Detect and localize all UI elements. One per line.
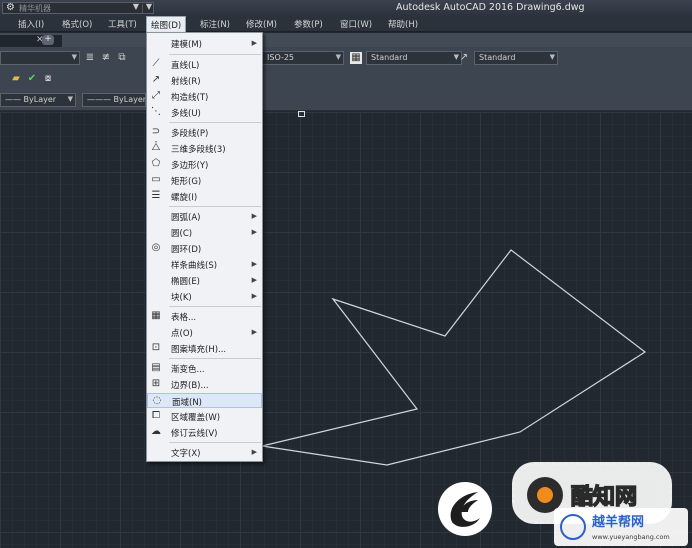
- polyline-icon: ⊃: [151, 126, 161, 137]
- menu-item-label: 点(O): [171, 329, 193, 339]
- menu-item-region[interactable]: ◌ 面域(N): [147, 393, 262, 408]
- menu-separator: [169, 306, 261, 307]
- menu-item-ellipse[interactable]: 椭圆(E) ▶: [147, 273, 262, 288]
- menu-separator: [169, 442, 261, 443]
- line-icon: ⟋: [152, 58, 160, 69]
- hatch-icon: ⊡: [151, 342, 161, 353]
- site-name: 越羊帮网: [592, 515, 645, 530]
- donut-icon: ◎: [151, 242, 161, 253]
- menu-item-point[interactable]: 点(O) ▶: [147, 325, 262, 340]
- menu-item-label: 螺旋(I): [171, 193, 198, 203]
- submenu-arrow-icon: ▶: [251, 228, 257, 236]
- menu-item-label: 块(K): [171, 293, 192, 303]
- menu-item-label: 图案填充(H)...: [171, 345, 227, 355]
- submenu-arrow-icon: ▶: [251, 292, 257, 300]
- menu-item-table[interactable]: ▦ 表格...: [147, 309, 262, 324]
- polyline-shape[interactable]: [261, 249, 647, 466]
- submenu-arrow-icon: ▶: [251, 39, 257, 47]
- menu-item-label: 多线(U): [171, 109, 201, 119]
- region-icon: ◌: [152, 395, 162, 406]
- polygon-icon: ⬠: [151, 158, 161, 169]
- menu-item-spline[interactable]: 样条曲线(S) ▶: [147, 257, 262, 272]
- menu-item-revcloud[interactable]: ☁ 修订云线(V): [147, 425, 262, 440]
- menu-separator: [169, 54, 261, 55]
- menu-item-label: 圆环(D): [171, 245, 202, 255]
- menu-separator: [169, 122, 261, 123]
- menu-item-label: 圆弧(A): [171, 213, 201, 223]
- menu-item-arc[interactable]: 圆弧(A) ▶: [147, 209, 262, 224]
- menu-item-label: 表格...: [171, 313, 197, 323]
- menu-item-circle[interactable]: 圆(C) ▶: [147, 225, 262, 240]
- site-logo-icon: [560, 514, 586, 540]
- menu-item-label: 多边形(Y): [171, 161, 209, 171]
- gradient-icon: ▤: [151, 362, 161, 373]
- swoosh-icon: [450, 492, 480, 527]
- menu-item-mline[interactable]: ⋱ 多线(U): [147, 105, 262, 120]
- menu-item-donut[interactable]: ◎ 圆环(D): [147, 241, 262, 256]
- 3dpoly-icon: ⧊: [151, 142, 161, 153]
- submenu-arrow-icon: ▶: [251, 260, 257, 268]
- menu-item-label: 区域覆盖(W): [171, 413, 221, 423]
- menu-item-label: 文字(X): [171, 449, 201, 459]
- menu-item-line[interactable]: ⟋ 直线(L): [147, 57, 262, 72]
- menu-item-label: 边界(B)...: [171, 381, 209, 391]
- menu-item-wipeout[interactable]: ⧠ 区域覆盖(W): [147, 409, 262, 424]
- draw-menu-dropdown: 建模(M) ▶ ⟋ 直线(L) ↗ 射线(R) ⤢ 构造线(T) ⋱ 多线(U)…: [146, 32, 263, 462]
- menu-item-modeling[interactable]: 建模(M) ▶: [147, 36, 262, 51]
- site-url: www.yueyangbang.com: [592, 533, 670, 541]
- menu-item-boundary[interactable]: ⊞ 边界(B)...: [147, 377, 262, 392]
- menu-item-rectangle[interactable]: ▭ 矩形(G): [147, 173, 262, 188]
- menu-item-label: 椭圆(E): [171, 277, 201, 287]
- menu-item-gradient[interactable]: ▤ 渐变色...: [147, 361, 262, 376]
- menu-item-ray[interactable]: ↗ 射线(R): [147, 73, 262, 88]
- badge-text: 酷知网: [570, 484, 638, 511]
- rectangle-icon: ▭: [151, 174, 161, 185]
- menu-item-text[interactable]: 文字(X) ▶: [147, 445, 262, 460]
- watermark-logo: [438, 482, 492, 536]
- submenu-arrow-icon: ▶: [251, 276, 257, 284]
- submenu-arrow-icon: ▶: [251, 212, 257, 220]
- wipeout-icon: ⧠: [152, 410, 160, 421]
- menu-item-label: 多段线(P): [171, 129, 209, 139]
- watermark-site: 越羊帮网 www.yueyangbang.com: [554, 508, 688, 546]
- menu-item-3dpoly[interactable]: ⧊ 三维多段线(3): [147, 141, 262, 156]
- helix-icon: ☰: [151, 190, 161, 201]
- revcloud-icon: ☁: [151, 426, 161, 437]
- menu-separator: [169, 358, 261, 359]
- submenu-arrow-icon: ▶: [251, 328, 257, 336]
- menu-item-label: 射线(R): [171, 77, 201, 87]
- xline-icon: ⤢: [152, 90, 160, 101]
- menu-item-label: 修订云线(V): [171, 429, 218, 439]
- menu-item-hatch[interactable]: ⊡ 图案填充(H)...: [147, 341, 262, 356]
- menu-item-polyline[interactable]: ⊃ 多段线(P): [147, 125, 262, 140]
- menu-item-label: 矩形(G): [171, 177, 202, 187]
- boundary-icon: ⊞: [151, 378, 161, 389]
- menu-item-label: 渐变色...: [171, 365, 205, 375]
- menu-item-polygon[interactable]: ⬠ 多边形(Y): [147, 157, 262, 172]
- menu-item-label: 直线(L): [171, 61, 200, 71]
- mline-icon: ⋱: [151, 106, 161, 117]
- menu-item-xline[interactable]: ⤢ 构造线(T): [147, 89, 262, 104]
- menu-separator: [169, 206, 261, 207]
- table-icon: ▦: [151, 310, 161, 321]
- menu-item-label: 面域(N): [172, 398, 202, 408]
- menu-item-label: 三维多段线(3): [171, 145, 226, 155]
- menu-item-label: 建模(M): [171, 40, 202, 50]
- menu-item-helix[interactable]: ☰ 螺旋(I): [147, 189, 262, 204]
- menu-item-block[interactable]: 块(K) ▶: [147, 289, 262, 304]
- ray-icon: ↗: [151, 74, 161, 85]
- submenu-arrow-icon: ▶: [251, 448, 257, 456]
- menu-item-label: 圆(C): [171, 229, 193, 239]
- menu-item-label: 构造线(T): [171, 93, 209, 103]
- menu-item-label: 样条曲线(S): [171, 261, 218, 271]
